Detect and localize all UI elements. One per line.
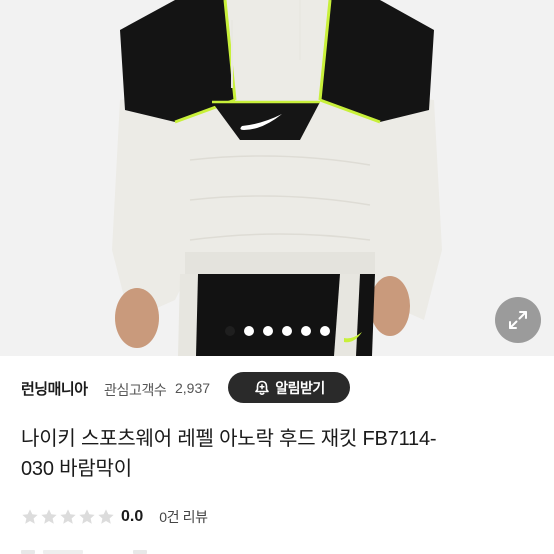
star-rating <box>21 508 115 526</box>
carousel-dot[interactable] <box>243 326 254 336</box>
rating-summary[interactable]: 0.0 0건 리뷰 <box>21 506 208 528</box>
product-title-line: 030 바람막이 <box>21 458 132 480</box>
star-icon <box>41 509 57 524</box>
product-image-carousel[interactable] <box>0 0 554 356</box>
product-title-line: 나이키 스포츠웨어 레펠 아노락 후드 재킷 FB7114- <box>21 428 437 450</box>
notification-button-label: 알림받기 <box>275 379 325 396</box>
product-photo <box>0 0 554 356</box>
follower-label: 관심고객수 <box>104 382 167 398</box>
carousel-indicator[interactable] <box>0 326 554 336</box>
review-count[interactable]: 0건 리뷰 <box>159 507 208 527</box>
star-icon <box>60 509 76 524</box>
carousel-dot[interactable] <box>319 326 330 336</box>
expand-arrows-icon <box>509 311 527 329</box>
seller-info-row: 런닝매니아 관심고객수 2,937 알림받기 <box>0 356 554 408</box>
rating-score: 0.0 <box>121 508 144 525</box>
next-section-peek <box>21 550 147 554</box>
expand-image-button[interactable] <box>495 297 541 343</box>
follower-count: 2,937 <box>175 380 211 396</box>
notification-subscribe-button[interactable]: 알림받기 <box>228 372 350 403</box>
carousel-dot[interactable] <box>281 326 292 336</box>
bell-plus-icon <box>255 380 270 395</box>
star-icon <box>98 509 114 524</box>
star-icon <box>22 509 38 524</box>
star-icon <box>79 509 95 524</box>
seller-name[interactable]: 런닝매니아 <box>21 378 88 399</box>
carousel-dot[interactable] <box>224 326 235 336</box>
carousel-dot[interactable] <box>300 326 311 336</box>
product-title: 나이키 스포츠웨어 레펠 아노락 후드 재킷 FB7114- 030 바람막이 <box>21 424 531 484</box>
carousel-dot[interactable] <box>262 326 273 336</box>
